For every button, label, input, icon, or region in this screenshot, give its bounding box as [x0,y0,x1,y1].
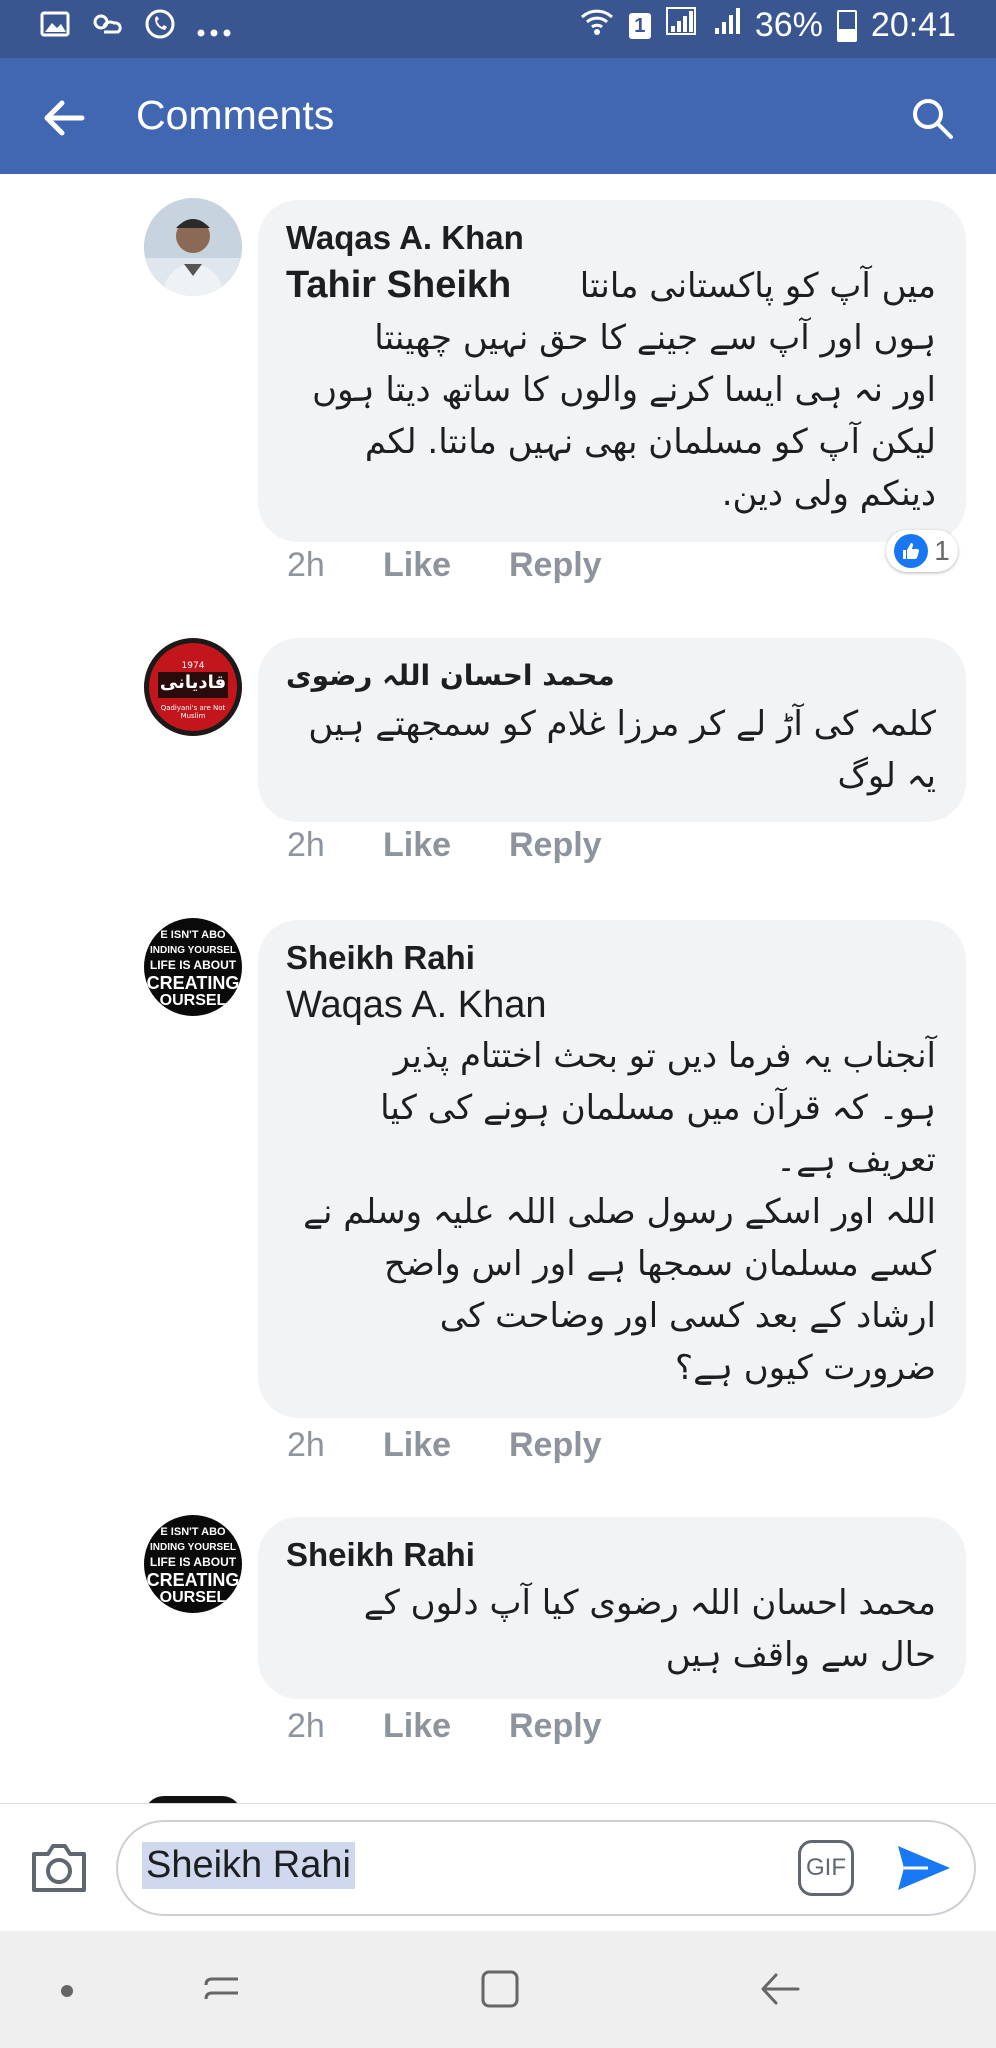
camera-button[interactable] [30,1840,88,1894]
gif-button[interactable]: GIF [798,1840,854,1896]
send-button[interactable] [894,1838,954,1898]
app-bar: Comments [0,58,996,174]
avatar-caption: Qadiyani's are Not Muslim [160,704,226,720]
mention-link[interactable]: Tahir Sheikh [286,260,511,310]
comment-text: محمد احسان اللہ رضوی کیا آپ دلوں کے حال … [363,1583,936,1675]
clock: 20:41 [870,6,956,44]
weather-icon [90,10,124,46]
comment-text: کلمہ کی آڑ لے کر مرزا غلام کو سمجھتے ہیں… [308,704,936,796]
reply-button[interactable]: Reply [509,1707,602,1746]
wifi-icon [579,6,615,45]
thumbs-up-icon [894,534,929,568]
send-icon [898,1846,950,1890]
sim-indicator: 1 [628,12,651,39]
avatar[interactable] [144,198,242,296]
comment-input[interactable]: Sheikh Rahi GIF [116,1820,976,1916]
comment-bubble[interactable]: Waqas A. Khan Tahir Sheikh میں آپ کو پاک… [258,200,966,542]
mention-link[interactable]: Waqas A. Khan [286,980,936,1030]
page-title: Comments [136,92,335,138]
comment-timestamp: 2h [287,826,325,864]
reply-button[interactable]: Reply [509,1426,602,1465]
comment-bubble[interactable]: Sheikh Rahi محمد احسان اللہ رضوی کیا آپ … [258,1517,966,1699]
comment-input-value: Sheikh Rahi [142,1842,355,1889]
signal-icon [665,6,699,45]
comment-author[interactable]: محمد احسان اللہ رضوی [286,654,936,698]
svg-text:1974: 1974 [182,661,205,671]
like-button[interactable]: Like [383,546,509,585]
comment-author[interactable]: Sheikh Rahi [286,1533,936,1577]
avatar[interactable]: 1974 قادیانی Qadiyani's are Not Muslim [144,638,242,736]
comment-actions: 2h Like Reply [287,826,602,865]
comment-timestamp: 2h [287,1707,325,1745]
home-button[interactable] [478,1967,522,2015]
back-nav-button[interactable] [758,1967,802,2015]
comment-actions: 2h Like Reply [287,546,602,585]
recent-apps-icon [204,1977,238,2000]
comment-author[interactable]: Waqas A. Khan [286,216,936,260]
like-button[interactable]: Like [383,826,509,865]
reply-button[interactable]: Reply [509,826,602,865]
back-button[interactable] [40,94,88,142]
comment-actions: 2h Like Reply [287,1426,602,1465]
comment-actions: 2h Like Reply [287,1707,602,1746]
comment-timestamp: 2h [287,1426,325,1464]
avatar[interactable]: E ISN'T ABO INDING YOURSEL LIFE IS ABOUT… [144,1515,242,1613]
gallery-icon [40,10,70,46]
phone-call-icon [144,8,176,48]
comment-author[interactable]: Sheikh Rahi [286,936,936,980]
camera-icon [32,1844,86,1892]
reply-button[interactable]: Reply [509,546,602,585]
more-notifications-icon [196,11,232,46]
reaction-count[interactable]: 1 [886,530,958,572]
recent-apps-button[interactable] [200,1967,244,2015]
signal-2-icon [713,6,741,45]
avatar-slogan: E ISN'T ABO INDING YOURSEL LIFE IS ABOUT… [146,1526,240,1606]
comment-bubble[interactable]: محمد احسان اللہ رضوی کلمہ کی آڑ لے کر مر… [258,638,966,822]
avatar[interactable]: E ISN'T ABO INDING YOURSEL LIFE IS ABOUT… [144,918,242,1016]
back-arrow-icon [44,100,85,136]
comment-composer: Sheikh Rahi GIF [0,1803,996,1932]
search-button[interactable] [908,94,956,142]
like-button[interactable]: Like [383,1707,509,1746]
home-icon [481,1970,519,2008]
avatar-label: قادیانی [159,672,227,693]
comment-bubble[interactable]: Sheikh Rahi Waqas A. Khan آنجناب یہ فرما… [258,920,966,1418]
battery-percent: 36% [754,6,823,44]
comment-text: آنجناب یہ فرما دیں تو بحث اختتام پذیر ہو… [303,1036,936,1388]
back-nav-icon [761,1973,800,2005]
nav-dot-icon [60,1983,74,2002]
reaction-count-value: 1 [934,535,950,566]
battery-icon [836,9,857,42]
search-icon [913,99,953,139]
comment-timestamp: 2h [287,546,325,584]
status-bar: 1 36% 20:41 [0,0,996,58]
like-button[interactable]: Like [383,1426,509,1465]
avatar-slogan: E ISN'T ABO INDING YOURSEL LIFE IS ABOUT… [146,929,240,1009]
system-nav-bar [0,1931,996,2048]
